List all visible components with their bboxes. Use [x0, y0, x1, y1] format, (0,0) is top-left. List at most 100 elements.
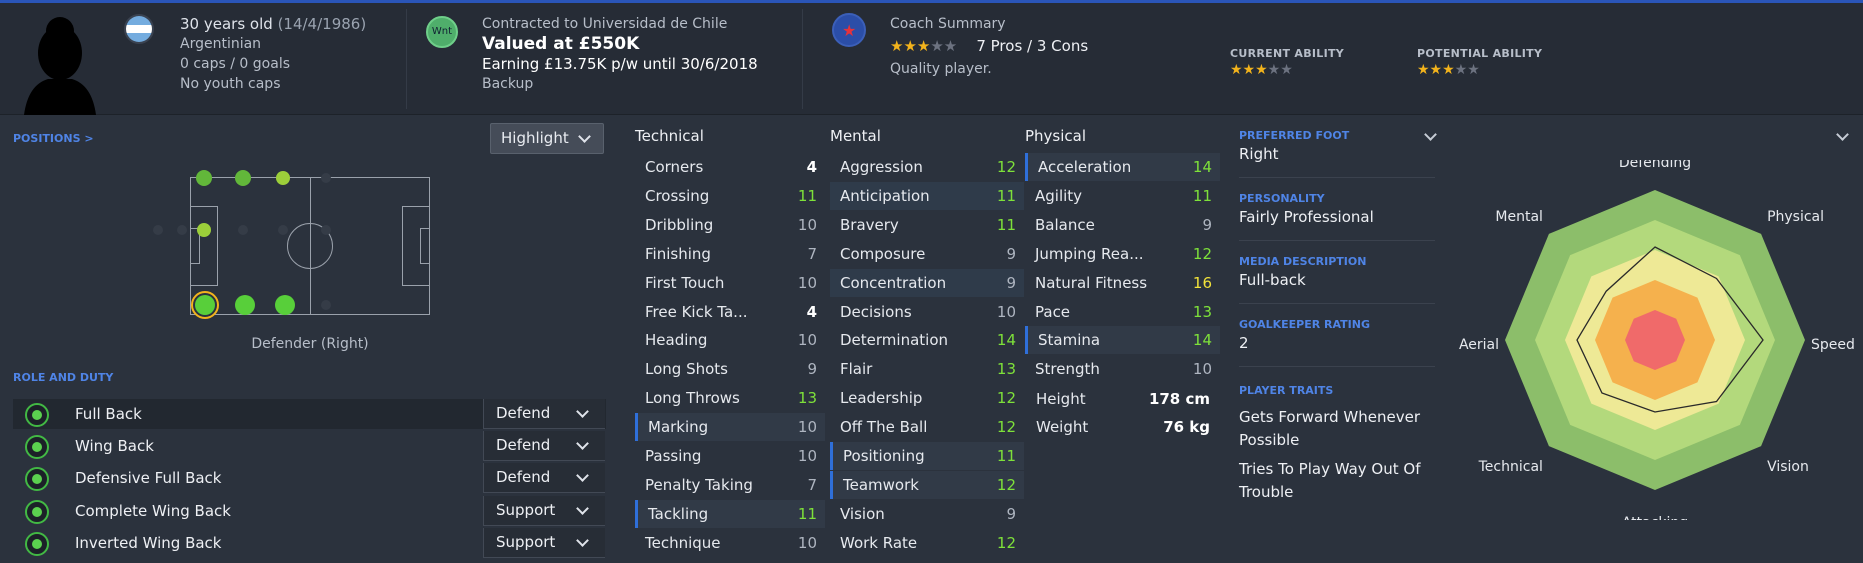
attribute-row[interactable]: Anticipation 11	[830, 181, 1024, 210]
attribute-value: 9	[1202, 215, 1212, 234]
attribute-row[interactable]: Long Shots 9	[635, 355, 825, 383]
pitch-right-goal-area	[420, 228, 430, 264]
attribute-value: 12	[1192, 244, 1212, 263]
attribute-row[interactable]: Penalty Taking 7	[635, 471, 825, 499]
attribute-row[interactable]: Acceleration 14	[1025, 153, 1220, 181]
attribute-name: Off The Ball	[840, 418, 928, 437]
attribute-row[interactable]: Positioning 11	[830, 442, 1024, 470]
position-dot[interactable]	[276, 171, 290, 185]
attribute-value: 7	[807, 244, 817, 263]
coach-rating-stars: ★★★★★	[890, 37, 958, 55]
position-dot[interactable]	[238, 225, 248, 235]
player-caps: 0 caps / 0 goals	[180, 56, 291, 72]
attribute-value: 14	[1192, 158, 1212, 176]
position-dot[interactable]	[235, 295, 255, 315]
position-dot[interactable]	[153, 225, 163, 235]
attribute-name: Crossing	[645, 186, 710, 205]
attribute-value: 13	[797, 389, 817, 408]
attribute-row[interactable]: First Touch 10	[635, 269, 825, 297]
role-row[interactable]: Wing Back Defend	[13, 431, 606, 461]
attribute-row[interactable]: Heading 10	[635, 326, 825, 354]
highlight-dropdown[interactable]: Highlight	[490, 123, 604, 154]
role-row[interactable]: Full Back Defend	[13, 399, 606, 429]
attribute-value: 10	[797, 331, 817, 350]
attribute-value: 13	[1192, 302, 1212, 321]
duty-dropdown[interactable]: Support	[483, 496, 605, 526]
position-dot[interactable]	[321, 300, 331, 310]
positions-link[interactable]: POSITIONS >	[13, 132, 94, 145]
attribute-row[interactable]: Long Throws 13	[635, 384, 825, 412]
position-dot[interactable]	[278, 225, 288, 235]
coach-badge-icon: ★	[832, 13, 866, 47]
attribute-row[interactable]: Aggression 12	[830, 153, 1024, 181]
attribute-value: 11	[797, 186, 817, 205]
attribute-row[interactable]: Natural Fitness 16	[1025, 269, 1220, 297]
attribute-row[interactable]: Strength 10	[1025, 355, 1220, 383]
chevron-down-icon	[576, 469, 589, 482]
position-dot[interactable]	[321, 173, 331, 183]
role-row[interactable]: Inverted Wing Back Support	[13, 528, 606, 558]
attribute-value: 14	[996, 331, 1016, 350]
chevron-down-icon	[576, 534, 589, 547]
chevron-down-icon	[576, 502, 589, 515]
attribute-name: Positioning	[843, 447, 925, 465]
attribute-row[interactable]: Finishing 7	[635, 240, 825, 268]
player-profile-screen: 30 years old (14/4/1986) Argentinian 0 c…	[0, 0, 1863, 563]
attribute-row[interactable]: Vision 9	[830, 500, 1024, 528]
position-dot[interactable]	[196, 170, 212, 186]
attribute-row[interactable]: Off The Ball 12	[830, 413, 1024, 441]
highlight-label: Highlight	[501, 129, 569, 147]
attribute-row[interactable]: Stamina 14	[1025, 326, 1220, 355]
duty-dropdown[interactable]: Defend	[483, 463, 605, 493]
attribute-row[interactable]: Tackling 11	[635, 499, 825, 528]
duty-dropdown[interactable]: Defend	[483, 431, 605, 461]
attribute-row[interactable]: Marking 10	[635, 413, 825, 442]
duty-dropdown[interactable]: Defend	[483, 399, 605, 429]
duty-dropdown[interactable]: Support	[483, 528, 605, 558]
chevron-down-icon[interactable]	[1836, 128, 1849, 141]
attribute-row[interactable]: Agility 11	[1025, 182, 1220, 210]
position-dot[interactable]	[177, 225, 187, 235]
attribute-row[interactable]: Technique 10	[635, 529, 825, 557]
attribute-row[interactable]: Leadership 12	[830, 384, 1024, 412]
attribute-row[interactable]: Teamwork 12	[830, 470, 1024, 499]
attribute-name: Free Kick Ta...	[645, 302, 748, 321]
position-dot[interactable]	[321, 225, 331, 235]
goalkeeper-rating-label: GOALKEEPER RATING	[1239, 318, 1370, 331]
attribute-row[interactable]: Passing 10	[635, 442, 825, 470]
attribute-row[interactable]: Corners 4	[635, 153, 825, 181]
position-dot-selected[interactable]	[195, 295, 215, 315]
radar-axis-label: Aerial	[1459, 337, 1499, 353]
attribute-row[interactable]: Work Rate 12	[830, 529, 1024, 557]
role-name: Complete Wing Back	[75, 502, 231, 520]
header-divider	[802, 9, 803, 109]
attribute-value: 10	[797, 273, 817, 292]
attribute-row[interactable]: Decisions 10	[830, 298, 1024, 326]
attribute-value: 11	[1192, 186, 1212, 205]
attribute-row[interactable]: Free Kick Ta... 4	[635, 298, 825, 326]
role-row[interactable]: Defensive Full Back Defend	[13, 463, 606, 493]
attribute-row[interactable]: Flair 13	[830, 355, 1024, 383]
attribute-row[interactable]: Composure 9	[830, 240, 1024, 268]
attribute-row[interactable]: Dribbling 10	[635, 211, 825, 239]
position-dot[interactable]	[235, 170, 251, 186]
attribute-row[interactable]: Pace 13	[1025, 298, 1220, 326]
contracted-to: Contracted to Universidad de Chile	[482, 16, 728, 32]
attribute-row[interactable]: Balance 9	[1025, 211, 1220, 239]
section-divider	[1239, 240, 1435, 241]
position-dot[interactable]	[275, 295, 295, 315]
attribute-row[interactable]: Jumping Rea... 12	[1025, 240, 1220, 268]
position-dot[interactable]	[197, 223, 211, 237]
role-duty-title: ROLE AND DUTY	[13, 371, 114, 384]
chevron-down-icon[interactable]	[1424, 128, 1437, 141]
attribute-row[interactable]: Determination 14	[830, 326, 1024, 354]
attribute-row[interactable]: Concentration 9	[830, 268, 1024, 297]
role-name: Wing Back	[75, 437, 154, 455]
role-row[interactable]: Complete Wing Back Support	[13, 496, 606, 526]
attribute-name: Agility	[1035, 186, 1083, 205]
physical-heading: Physical	[1025, 127, 1087, 145]
position-name: Defender (Right)	[251, 336, 369, 352]
chevron-down-icon	[578, 130, 591, 143]
attribute-row[interactable]: Crossing 11	[635, 182, 825, 210]
attribute-row[interactable]: Bravery 11	[830, 211, 1024, 239]
